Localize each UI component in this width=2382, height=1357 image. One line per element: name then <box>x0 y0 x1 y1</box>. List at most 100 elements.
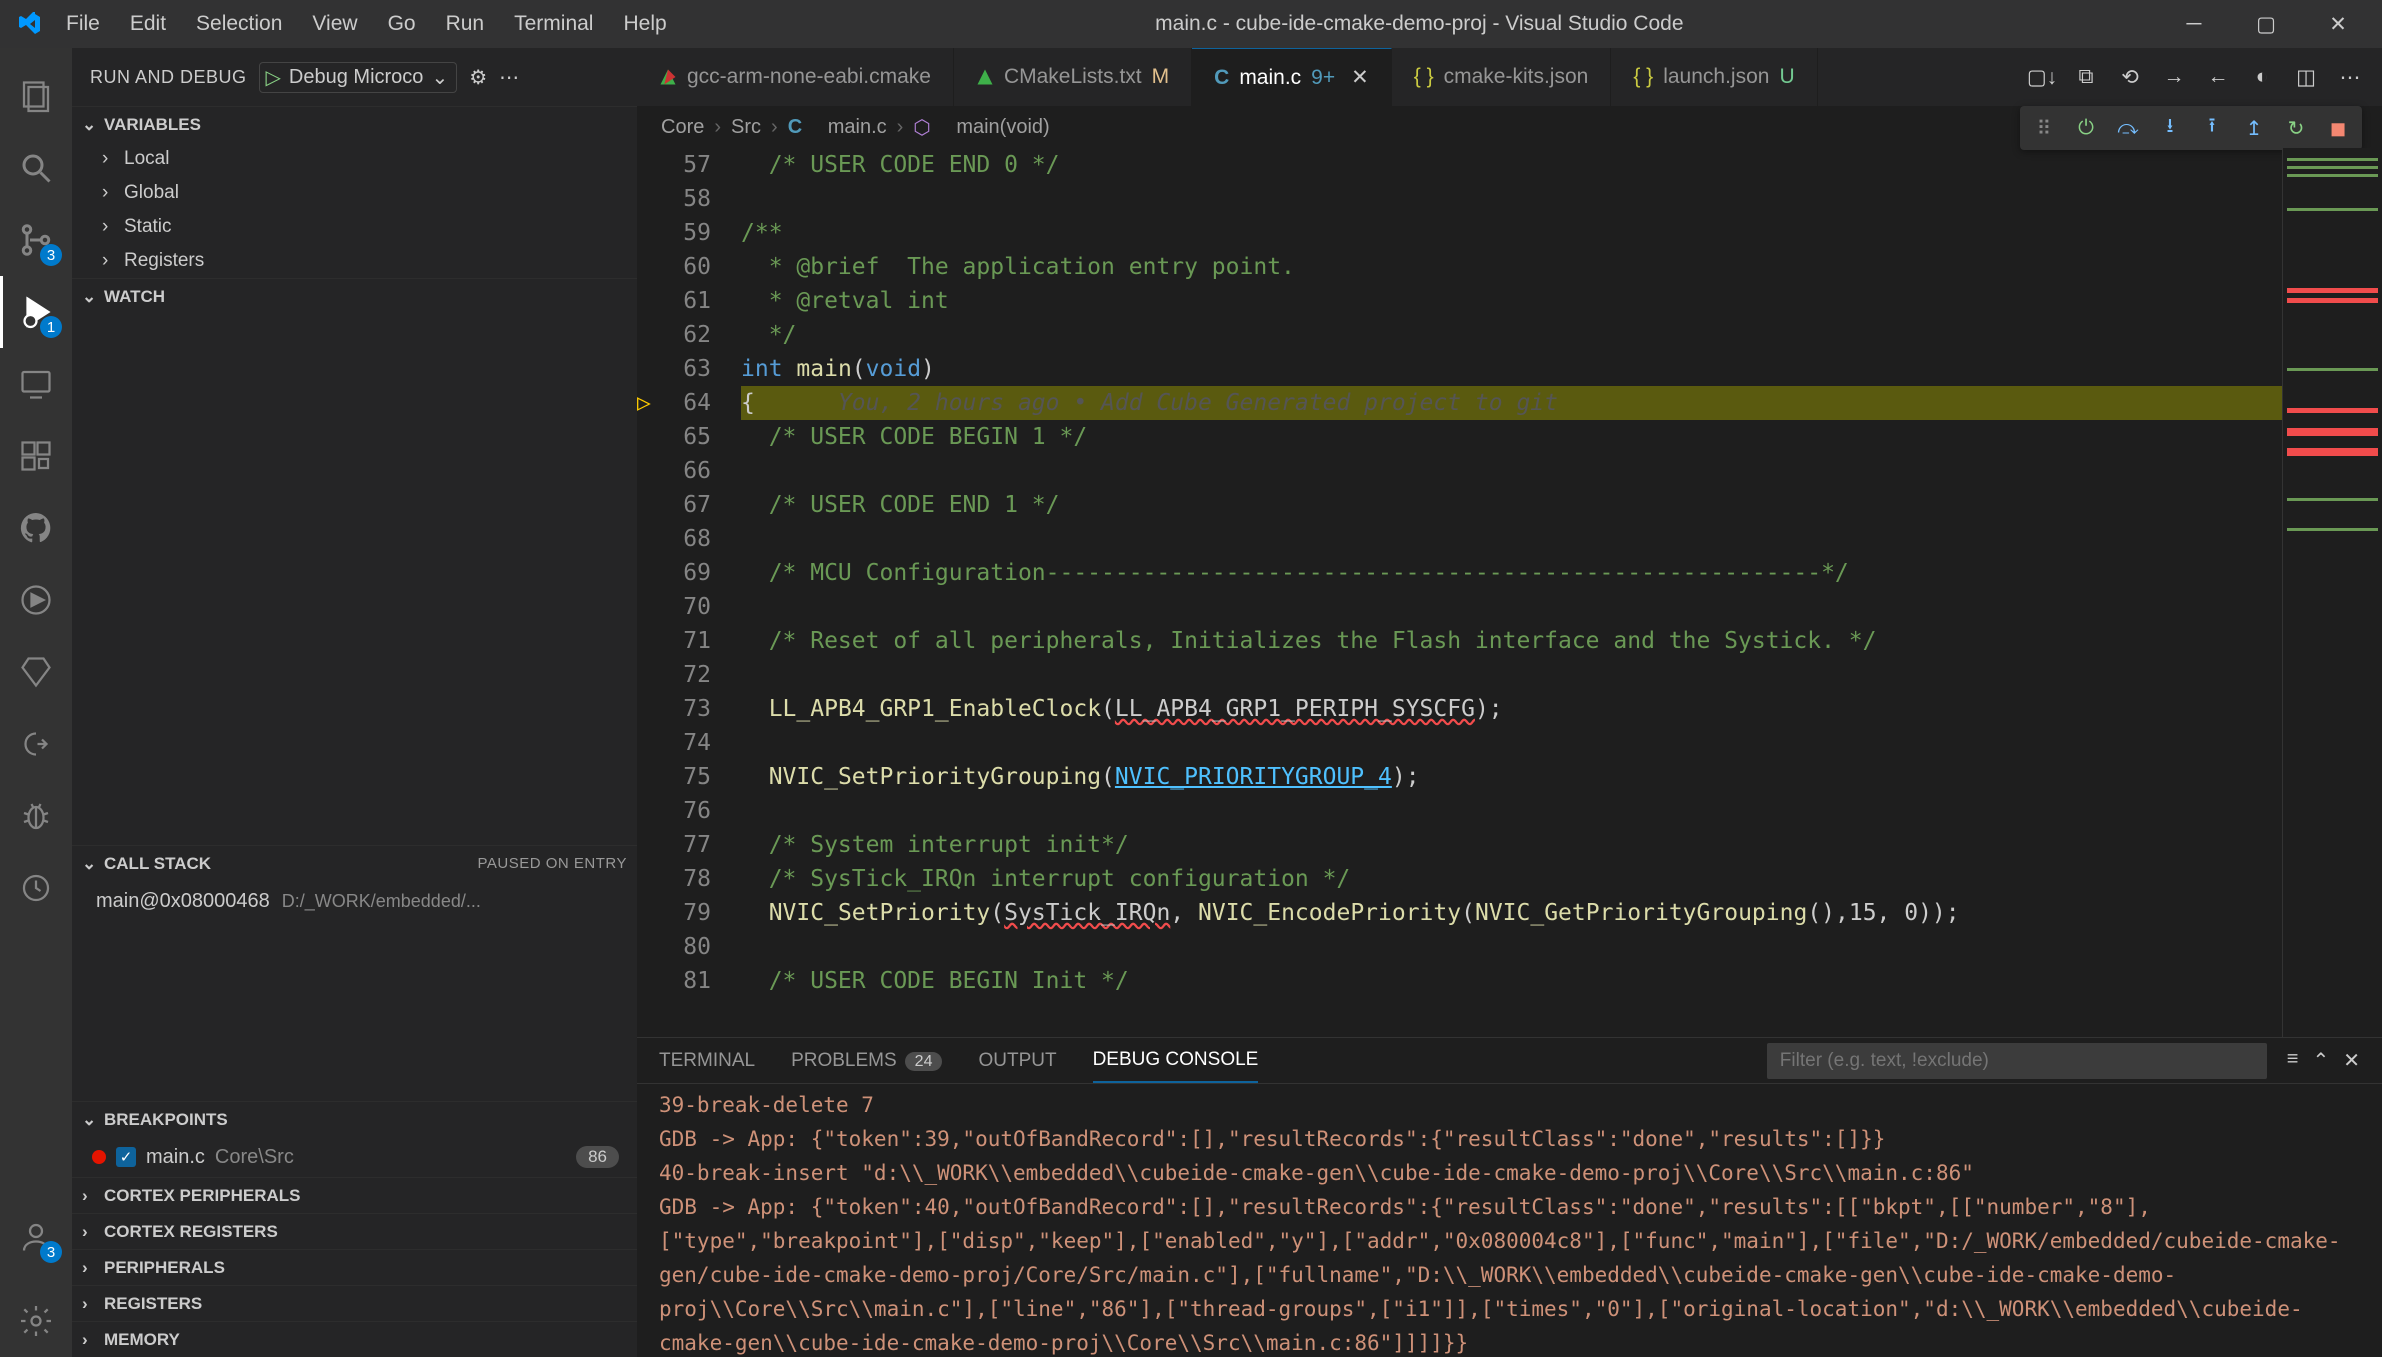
breakpoint-dot-icon <box>92 1150 106 1164</box>
scope-local[interactable]: ›Local <box>72 142 637 176</box>
tab-main-c[interactable]: C main.c 9+ ✕ <box>1192 48 1392 106</box>
section-breakpoints[interactable]: ⌄BREAKPOINTS <box>72 1101 637 1137</box>
section-variables[interactable]: ⌄VARIABLES <box>72 106 637 142</box>
cmake-icon <box>659 68 677 86</box>
open-launch-json-icon[interactable]: ⚙ <box>469 65 487 90</box>
compare-icon[interactable]: ⧉ <box>2070 61 2102 93</box>
activity-bar: 3 1 3 <box>0 48 72 1357</box>
json-icon: { } <box>1633 65 1653 89</box>
tab-launch-json[interactable]: { } launch.json U <box>1611 48 1817 106</box>
frame-name: main@0x08000468 <box>96 890 270 913</box>
github-icon[interactable] <box>0 492 72 564</box>
stop-icon[interactable]: ◼ <box>2320 110 2356 146</box>
scm-badge: 3 <box>40 244 62 266</box>
more-editor-actions-icon[interactable]: ⋯ <box>2334 61 2366 93</box>
breadcrumb[interactable]: Core› Src› C main.c› ⬡ main(void) ⠿ ⏻ ⤼ … <box>637 106 2382 148</box>
code-editor[interactable]: ▷ 57585960616263646566676869707172737475… <box>637 148 2282 1037</box>
source-control-icon[interactable]: 3 <box>0 204 72 276</box>
menu-view[interactable]: View <box>298 6 371 42</box>
project-icon[interactable] <box>0 636 72 708</box>
menu-terminal[interactable]: Terminal <box>500 6 607 42</box>
sync-icon[interactable] <box>0 852 72 924</box>
menu-go[interactable]: Go <box>374 6 430 42</box>
tab-cmake-kits[interactable]: { } cmake-kits.json <box>1392 48 1612 106</box>
run-debug-label: RUN AND DEBUG <box>90 67 247 88</box>
panel-tab-terminal[interactable]: TERMINAL <box>659 1040 755 1082</box>
accounts-icon[interactable]: 3 <box>0 1201 72 1273</box>
section-memory[interactable]: ›MEMORY <box>72 1321 637 1357</box>
section-watch[interactable]: ⌄WATCH <box>72 278 637 314</box>
tab-cmakelists[interactable]: CMakeLists.txt M <box>954 48 1192 106</box>
section-peripherals[interactable]: ›PERIPHERALS <box>72 1249 637 1285</box>
debug-toolbar[interactable]: ⠿ ⏻ ⤼ ⭳ ⭱ ↥ ↻ ◼ <box>2020 106 2362 150</box>
menu-help[interactable]: Help <box>609 6 680 42</box>
titlebar: File Edit Selection View Go Run Terminal… <box>0 0 2382 48</box>
search-icon[interactable] <box>0 132 72 204</box>
list-icon[interactable]: ≡ <box>2287 1048 2299 1073</box>
bug-icon[interactable] <box>0 780 72 852</box>
next-icon[interactable]: ← <box>2202 61 2234 93</box>
section-cortex-registers[interactable]: ›CORTEX REGISTERS <box>72 1213 637 1249</box>
minimize-button[interactable]: ─ <box>2158 0 2230 48</box>
section-cortex-peripherals[interactable]: ›CORTEX PERIPHERALS <box>72 1177 637 1213</box>
step-over-icon[interactable]: ⤼ <box>2110 110 2146 146</box>
start-debug-icon[interactable]: ▷ <box>266 65 281 90</box>
extensions-icon[interactable] <box>0 420 72 492</box>
maximize-panel-icon[interactable]: ⌃ <box>2312 1048 2329 1073</box>
next-change-icon[interactable]: → <box>2158 61 2190 93</box>
split-editor-icon[interactable]: ◫ <box>2290 61 2322 93</box>
breakpoint-row[interactable]: ✓ main.c Core\Src 86 <box>72 1137 637 1177</box>
callstack-frame[interactable]: main@0x08000468 D:/_WORK/embedded/... <box>72 881 637 921</box>
drag-handle-icon[interactable]: ⠿ <box>2026 110 2062 146</box>
step-into-icon[interactable]: ⭳ <box>2152 110 2188 146</box>
diagnostics-count: 9+ <box>1311 66 1335 90</box>
close-panel-icon[interactable]: ✕ <box>2343 1048 2360 1073</box>
test-icon[interactable] <box>0 564 72 636</box>
tab-cmake-toolchain[interactable]: gcc-arm-none-eabi.cmake <box>637 48 954 106</box>
scope-static[interactable]: ›Static <box>72 210 637 244</box>
menu-selection[interactable]: Selection <box>182 6 296 42</box>
debug-badge: 1 <box>40 316 62 338</box>
frame-path: D:/_WORK/embedded/... <box>282 891 481 912</box>
json-icon: { } <box>1414 65 1434 89</box>
panel-tab-debug-console[interactable]: DEBUG CONSOLE <box>1093 1039 1259 1083</box>
run-action-icon[interactable]: ▢↓ <box>2026 61 2058 93</box>
menu-run[interactable]: Run <box>432 6 499 42</box>
prev-change-icon[interactable]: ⟲ <box>2114 61 2146 93</box>
run-debug-icon[interactable]: 1 <box>0 276 72 348</box>
menu-edit[interactable]: Edit <box>116 6 180 42</box>
panel-tab-output[interactable]: OUTPUT <box>978 1040 1056 1082</box>
scope-registers[interactable]: ›Registers <box>72 244 637 278</box>
breakpoint-checkbox[interactable]: ✓ <box>116 1147 136 1167</box>
settings-gear-icon[interactable] <box>0 1285 72 1357</box>
window-title: main.c - cube-ide-cmake-demo-proj - Visu… <box>681 12 2158 36</box>
panel-tab-problems[interactable]: PROBLEMS24 <box>791 1040 942 1082</box>
section-registers[interactable]: ›REGISTERS <box>72 1285 637 1321</box>
bottom-panel: TERMINAL PROBLEMS24 OUTPUT DEBUG CONSOLE… <box>637 1037 2382 1357</box>
toggle-icon[interactable]: ◐ <box>2246 61 2278 93</box>
chevron-down-icon: ⌄ <box>431 65 448 90</box>
explorer-icon[interactable] <box>0 60 72 132</box>
accounts-badge: 3 <box>40 1241 62 1263</box>
editor-tabs: gcc-arm-none-eabi.cmake CMakeLists.txt M… <box>637 48 2382 106</box>
filter-input[interactable] <box>1767 1043 2267 1079</box>
step-out-icon[interactable]: ⭱ <box>2194 110 2230 146</box>
restart-icon[interactable]: ↻ <box>2278 110 2314 146</box>
section-callstack[interactable]: ⌄CALL STACKPAUSED ON ENTRY <box>72 845 637 881</box>
close-button[interactable]: ✕ <box>2302 0 2374 48</box>
remote-explorer-icon[interactable] <box>0 348 72 420</box>
breakpoint-line-badge: 86 <box>576 1146 619 1168</box>
close-tab-icon[interactable]: ✕ <box>1351 65 1369 90</box>
maximize-button[interactable]: ▢ <box>2230 0 2302 48</box>
continue-icon[interactable]: ⏻ <box>2068 110 2104 146</box>
minimap[interactable] <box>2282 148 2382 1037</box>
scope-global[interactable]: ›Global <box>72 176 637 210</box>
live-share-icon[interactable] <box>0 708 72 780</box>
menu-file[interactable]: File <box>52 6 114 42</box>
launch-config-dropdown[interactable]: ▷ Debug Microco ⌄ <box>259 62 458 93</box>
c-file-icon: C <box>1214 66 1229 90</box>
modified-indicator: M <box>1152 65 1170 89</box>
more-actions-icon[interactable]: ⋯ <box>499 65 519 90</box>
step-back-icon[interactable]: ↥ <box>2236 110 2272 146</box>
debug-console-output[interactable]: 39-break-delete 7GDB -> App: {"token":39… <box>637 1084 2382 1357</box>
